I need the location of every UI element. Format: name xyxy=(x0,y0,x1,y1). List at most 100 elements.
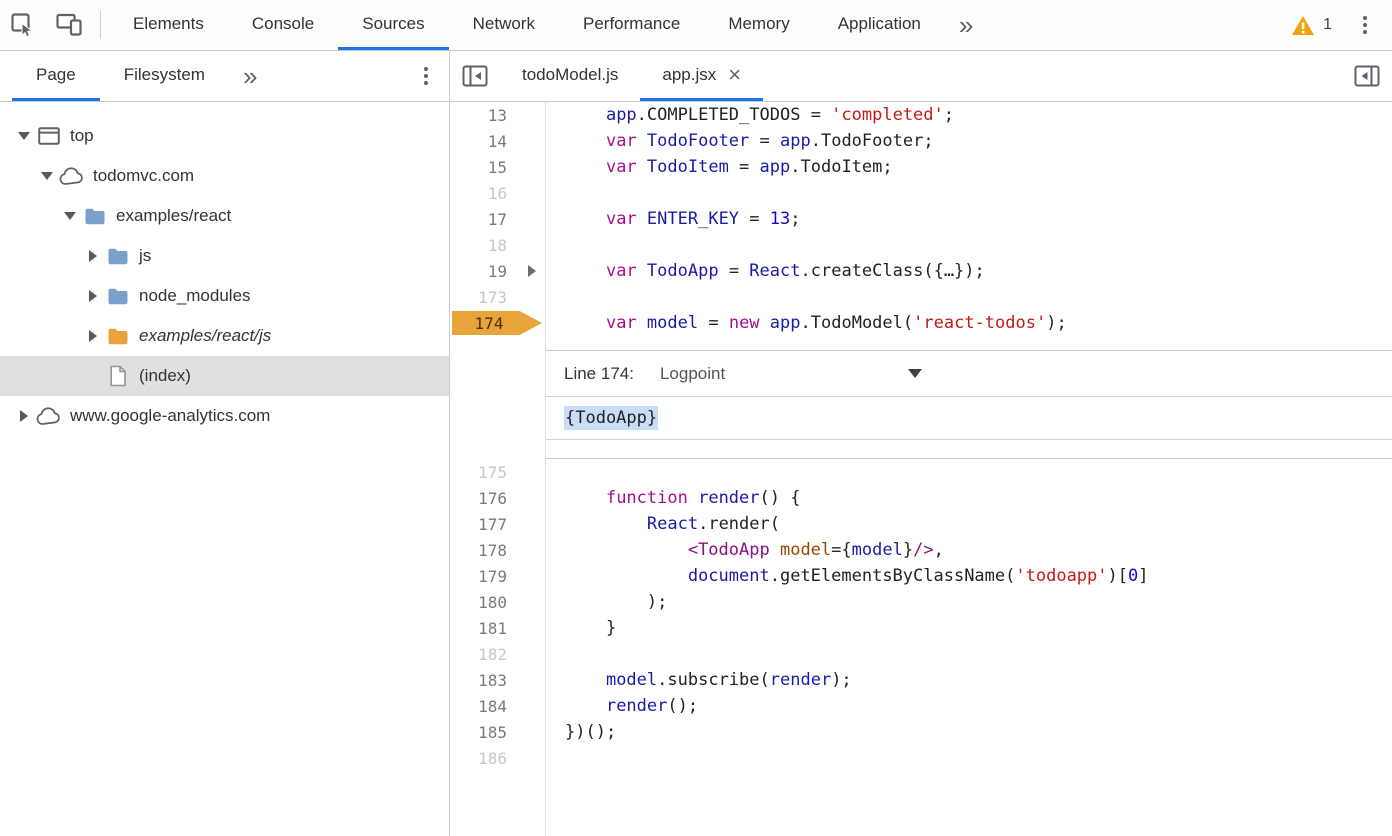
more-vert-icon xyxy=(1363,16,1367,34)
line-number-19[interactable]: 19 xyxy=(450,258,546,284)
issues-warning-button[interactable]: 1 xyxy=(1281,0,1342,50)
toggle-navigator-button[interactable] xyxy=(450,51,500,101)
close-icon[interactable]: × xyxy=(728,64,741,86)
logpoint-expression-input[interactable]: {TodoApp} xyxy=(546,396,1392,440)
line-number-179[interactable]: 179 xyxy=(450,563,546,589)
code-line-15: 15 var TodoItem = app.TodoItem; xyxy=(450,154,1392,180)
fold-marker-icon[interactable] xyxy=(528,265,536,277)
code-text[interactable]: var model = new app.TodoModel('react-tod… xyxy=(546,310,1392,336)
tab-elements[interactable]: Elements xyxy=(109,0,228,50)
device-toolbar-button[interactable] xyxy=(46,0,92,50)
device-toolbar-icon xyxy=(55,12,83,38)
tree-item-index[interactable]: (index) xyxy=(0,356,449,396)
tab-console[interactable]: Console xyxy=(228,0,338,50)
line-number-13[interactable]: 13 xyxy=(450,102,546,128)
code-text[interactable]: })(); xyxy=(546,719,1392,745)
code-text[interactable]: <TodoApp model={model}/>, xyxy=(546,537,1392,563)
line-number-177[interactable]: 177 xyxy=(450,511,546,537)
code-text[interactable]: var TodoApp = React.createClass({…}); xyxy=(546,258,1392,284)
frame-icon xyxy=(34,127,64,145)
line-number-18[interactable]: 18 xyxy=(450,232,546,258)
sidebar-tab-page[interactable]: Page xyxy=(12,51,100,101)
code-text[interactable] xyxy=(546,180,1392,206)
inspect-element-button[interactable] xyxy=(0,0,46,50)
line-number-174[interactable]: 174 xyxy=(450,310,546,336)
logpoint-editor-footer xyxy=(546,440,1392,458)
line-number-184[interactable]: 184 xyxy=(450,693,546,719)
code-text[interactable]: var TodoItem = app.TodoItem; xyxy=(546,154,1392,180)
source-editor: 13 app.COMPLETED_TODOS = 'completed';14 … xyxy=(450,102,1392,836)
navigator-menu-button[interactable] xyxy=(403,51,449,101)
line-number-173[interactable]: 173 xyxy=(450,284,546,310)
code-line-174: 174 var model = new app.TodoModel('react… xyxy=(450,310,1392,336)
tree-item-examples-react[interactable]: examples/react xyxy=(0,196,449,236)
line-number-176[interactable]: 176 xyxy=(450,485,546,511)
code-text[interactable] xyxy=(546,641,1392,667)
line-number-17[interactable]: 17 xyxy=(450,206,546,232)
code-line-184: 184 render(); xyxy=(450,693,1392,719)
tree-item-node-modules[interactable]: node_modules xyxy=(0,276,449,316)
line-number-183[interactable]: 183 xyxy=(450,667,546,693)
tree-item-todomvc-com[interactable]: todomvc.com xyxy=(0,156,449,196)
tree-item-examples-react-js[interactable]: examples/react/js xyxy=(0,316,449,356)
line-number-178[interactable]: 178 xyxy=(450,537,546,563)
disclosure-down-icon[interactable] xyxy=(14,132,34,140)
tree-item-www-google-analytics-com[interactable]: www.google-analytics.com xyxy=(0,396,449,436)
disclosure-down-icon[interactable] xyxy=(60,212,80,220)
line-number-175[interactable]: 175 xyxy=(450,459,546,485)
code-line-173: 173 xyxy=(450,284,1392,310)
code-text[interactable] xyxy=(546,459,1392,485)
tree-item-top[interactable]: top xyxy=(0,116,449,156)
code-text[interactable]: var TodoFooter = app.TodoFooter; xyxy=(546,128,1392,154)
line-number-182[interactable]: 182 xyxy=(450,641,546,667)
disclosure-right-icon[interactable] xyxy=(14,410,34,422)
disclosure-right-icon[interactable] xyxy=(83,250,103,262)
editor-tab-todomodel-js[interactable]: todoModel.js xyxy=(500,51,640,101)
toggle-debugger-sidebar-button[interactable] xyxy=(1342,51,1392,101)
tree-item-js[interactable]: js xyxy=(0,236,449,276)
editor-filler xyxy=(450,771,1392,836)
disclosure-down-icon[interactable] xyxy=(37,172,57,180)
breakpoint-line-label: Line 174: xyxy=(564,364,634,384)
disclosure-right-icon[interactable] xyxy=(83,290,103,302)
tab-memory[interactable]: Memory xyxy=(704,0,813,50)
code-empty-area[interactable] xyxy=(546,771,1392,836)
line-number-16[interactable]: 16 xyxy=(450,180,546,206)
tab-application[interactable]: Application xyxy=(814,0,945,50)
editor-tab-app-jsx[interactable]: app.jsx× xyxy=(640,51,763,101)
code-text[interactable]: function render() { xyxy=(546,485,1392,511)
line-number-185[interactable]: 185 xyxy=(450,719,546,745)
tab-sources[interactable]: Sources xyxy=(338,0,448,50)
code-text[interactable] xyxy=(546,232,1392,258)
code-text[interactable]: app.COMPLETED_TODOS = 'completed'; xyxy=(546,102,1392,128)
code-text[interactable] xyxy=(546,284,1392,310)
sidebar-tab-filesystem[interactable]: Filesystem xyxy=(100,51,229,101)
breakpoint-type-value: Logpoint xyxy=(660,364,725,384)
devtools-menu-button[interactable] xyxy=(1342,0,1388,50)
line-number-181[interactable]: 181 xyxy=(450,615,546,641)
line-number-186[interactable]: 186 xyxy=(450,745,546,771)
warning-icon xyxy=(1291,15,1315,36)
disclosure-right-icon[interactable] xyxy=(83,330,103,342)
code-text[interactable]: document.getElementsByClassName('todoapp… xyxy=(546,563,1392,589)
code-text[interactable]: var ENTER_KEY = 13; xyxy=(546,206,1392,232)
line-number-14[interactable]: 14 xyxy=(450,128,546,154)
tab-performance[interactable]: Performance xyxy=(559,0,704,50)
tab-network[interactable]: Network xyxy=(449,0,559,50)
breakpoint-type-select[interactable]: Logpoint xyxy=(660,364,922,384)
more-navigator-tabs-chevron[interactable]: » xyxy=(229,51,271,101)
code-text[interactable]: } xyxy=(546,615,1392,641)
file-icon xyxy=(103,365,133,387)
code-line-19: 19 var TodoApp = React.createClass({…}); xyxy=(450,258,1392,284)
code-text[interactable] xyxy=(546,745,1392,771)
code-text[interactable]: render(); xyxy=(546,693,1392,719)
more-panels-chevron[interactable]: » xyxy=(945,0,987,50)
code-text[interactable]: React.render( xyxy=(546,511,1392,537)
code-text[interactable]: ); xyxy=(546,589,1392,615)
line-number-180[interactable]: 180 xyxy=(450,589,546,615)
line-number-15[interactable]: 15 xyxy=(450,154,546,180)
logpoint-editor: Line 174: Logpoint {TodoApp} xyxy=(546,350,1392,459)
logpoint-badge[interactable]: 174 xyxy=(452,311,542,335)
code-text[interactable]: model.subscribe(render); xyxy=(546,667,1392,693)
code-line-179: 179 document.getElementsByClassName('tod… xyxy=(450,563,1392,589)
